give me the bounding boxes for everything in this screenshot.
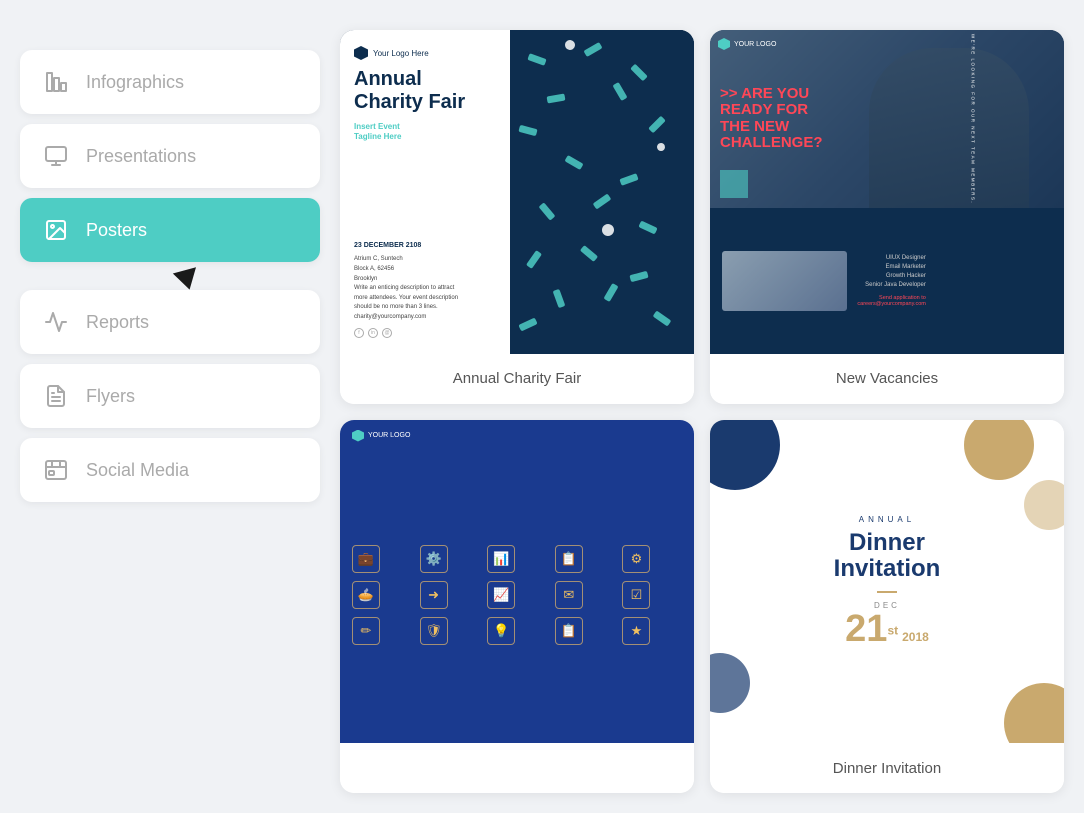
vac-logo-hex bbox=[718, 38, 730, 50]
sidebar-item-flyers[interactable]: Flyers bbox=[20, 364, 320, 428]
icon-pie: 🥧 bbox=[352, 581, 380, 609]
charity-details: Atrium C, SuntechBlock A, 62456Brooklyn … bbox=[354, 255, 496, 322]
sidebar-item-infographics[interactable]: Infographics bbox=[20, 50, 320, 114]
sidebar-item-posters[interactable]: Posters bbox=[20, 198, 320, 262]
card-preview-vacancies: YOUR LOGO >> ARE YOUREADY FORTHE NEWCHAL… bbox=[710, 30, 1064, 354]
logo-hex bbox=[354, 46, 368, 60]
vac-side-text: WE'RE LOOKING FOR OUR NEXT TEAM MEMBERS. bbox=[970, 34, 975, 204]
dinner-date-number: 21 bbox=[845, 608, 887, 650]
vac-headline: >> ARE YOUREADY FORTHE NEWCHALLENGE? bbox=[720, 86, 823, 152]
presentation-icon bbox=[42, 142, 70, 170]
icon-pen: ✏ bbox=[352, 617, 380, 645]
icon-check: ☑ bbox=[622, 581, 650, 609]
sidebar-item-reports[interactable]: Reports bbox=[20, 290, 320, 354]
poster-charity-right bbox=[510, 30, 694, 354]
vac-bottom-section: UIUX Designer Email Marketer Growth Hack… bbox=[710, 208, 1064, 354]
card-new-vacancies[interactable]: YOUR LOGO >> ARE YOUREADY FORTHE NEWCHAL… bbox=[710, 30, 1064, 404]
dinner-date-sup: st bbox=[887, 623, 898, 637]
icon-envelope: ✉ bbox=[555, 581, 583, 609]
icon-gear2: ⚙ bbox=[622, 545, 650, 573]
sidebar: Infographics Presentations bbox=[20, 20, 320, 793]
poster-charity-left: Your Logo Here Annual Charity Fair Inser… bbox=[340, 30, 510, 354]
report-icon bbox=[42, 308, 70, 336]
poster-icons-hex bbox=[352, 430, 364, 442]
charity-title: Annual Charity Fair bbox=[354, 68, 496, 114]
vac-top-section: YOUR LOGO >> ARE YOUREADY FORTHE NEWCHAL… bbox=[710, 30, 1064, 208]
vac-blue-square bbox=[720, 170, 748, 198]
app-container: Infographics Presentations bbox=[0, 0, 1084, 813]
sidebar-item-label: Presentations bbox=[86, 146, 196, 167]
icon-briefcase: 💼 bbox=[352, 545, 380, 573]
vac-role-3: Growth Hacker bbox=[857, 273, 925, 279]
dinner-date-row: 21st 2018 bbox=[845, 610, 929, 648]
charity-date: 23 DECEMBER 2108 bbox=[354, 242, 496, 249]
charity-logo-text: Your Logo Here bbox=[373, 49, 429, 58]
icon-bulb: 💡 bbox=[487, 617, 515, 645]
sidebar-item-label: Infographics bbox=[86, 72, 184, 93]
vac-bottom-content: UIUX Designer Email Marketer Growth Hack… bbox=[722, 251, 1052, 311]
icon-star: ★ bbox=[622, 617, 650, 645]
card-dinner-invitation[interactable]: ANNUAL Dinner Invitation DEC 21st2018 Di… bbox=[710, 420, 1064, 794]
card-icons-poster[interactable]: YOUR LOGO 💼 ⚙️ 📊 📋 ⚙ 🥧 ➜ 📈 ✉ ☑ ✏ bbox=[340, 420, 694, 794]
icon-chart: 📊 bbox=[487, 545, 515, 573]
card-annual-charity-fair[interactable]: Your Logo Here Annual Charity Fair Inser… bbox=[340, 30, 694, 404]
vac-logo-text: YOUR LOGO bbox=[734, 41, 776, 48]
poster-icons-logo-text: YOUR LOGO bbox=[368, 432, 410, 439]
icon-shield: 🛡 bbox=[420, 617, 448, 645]
dinner-title-line2: Invitation bbox=[834, 555, 941, 582]
card-label-charity: Annual Charity Fair bbox=[340, 354, 694, 404]
vac-role-4: Senior Java Developer bbox=[857, 282, 925, 288]
icon-doc: 📋 bbox=[555, 545, 583, 573]
dinner-title: Dinner Invitation bbox=[834, 530, 941, 583]
sidebar-item-label: Posters bbox=[86, 220, 147, 241]
charity-tagline: Insert EventTagline Here bbox=[354, 122, 496, 143]
dinner-content: ANNUAL Dinner Invitation DEC 21st2018 bbox=[710, 420, 1064, 744]
vac-role-2: Email Marketer bbox=[857, 264, 925, 270]
poster-dinner: ANNUAL Dinner Invitation DEC 21st2018 bbox=[710, 420, 1064, 744]
poster-vacancies: YOUR LOGO >> ARE YOUREADY FORTHE NEWCHAL… bbox=[710, 30, 1064, 354]
card-preview-charity: Your Logo Here Annual Charity Fair Inser… bbox=[340, 30, 694, 354]
cursor-wrapper: Posters bbox=[20, 198, 320, 262]
poster-icons-logo: YOUR LOGO bbox=[352, 430, 410, 442]
dinner-title-line1: Dinner bbox=[849, 529, 925, 556]
poster-icon bbox=[42, 216, 70, 244]
sidebar-item-label: Flyers bbox=[86, 386, 135, 407]
vac-apply-text: Send application tocareers@yourcompany.c… bbox=[857, 295, 925, 307]
sidebar-item-label: Reports bbox=[86, 312, 149, 333]
chart-bar-icon bbox=[42, 68, 70, 96]
icon-gear: ⚙️ bbox=[420, 545, 448, 573]
card-label-vacancies: New Vacancies bbox=[710, 354, 1064, 404]
sidebar-item-label: Social Media bbox=[86, 460, 189, 481]
sidebar-item-presentations[interactable]: Presentations bbox=[20, 124, 320, 188]
icon-clipboard: 📋 bbox=[555, 617, 583, 645]
card-label-icons bbox=[340, 743, 694, 793]
icon-grid: 💼 ⚙️ 📊 📋 ⚙ 🥧 ➜ 📈 ✉ ☑ ✏ 🛡 💡 📋 bbox=[352, 545, 682, 645]
cursor-arrow bbox=[173, 267, 201, 293]
card-preview-dinner: ANNUAL Dinner Invitation DEC 21st2018 bbox=[710, 420, 1064, 744]
vac-photo-small bbox=[722, 251, 847, 311]
vac-roles-list: UIUX Designer Email Marketer Growth Hack… bbox=[857, 251, 925, 311]
card-label-dinner: Dinner Invitation bbox=[710, 743, 1064, 793]
poster-charity: Your Logo Here Annual Charity Fair Inser… bbox=[340, 30, 694, 354]
dinner-annual-text: ANNUAL bbox=[859, 515, 915, 524]
dinner-divider bbox=[877, 591, 897, 593]
icon-arrow: ➜ bbox=[420, 581, 448, 609]
poster-icons: YOUR LOGO 💼 ⚙️ 📊 📋 ⚙ 🥧 ➜ 📈 ✉ ☑ ✏ bbox=[340, 420, 694, 744]
flyer-icon bbox=[42, 382, 70, 410]
charity-logo: Your Logo Here bbox=[354, 46, 496, 60]
icon-linechart: 📈 bbox=[487, 581, 515, 609]
social-icon bbox=[42, 456, 70, 484]
card-preview-icons: YOUR LOGO 💼 ⚙️ 📊 📋 ⚙ 🥧 ➜ 📈 ✉ ☑ ✏ bbox=[340, 420, 694, 744]
sidebar-item-social-media[interactable]: Social Media bbox=[20, 438, 320, 502]
confetti-background bbox=[510, 30, 694, 354]
main-content: Your Logo Here Annual Charity Fair Inser… bbox=[340, 20, 1064, 793]
vac-logo: YOUR LOGO bbox=[718, 38, 776, 50]
dinner-year: 2018 bbox=[902, 630, 929, 644]
vac-role-1: UIUX Designer bbox=[857, 255, 925, 261]
